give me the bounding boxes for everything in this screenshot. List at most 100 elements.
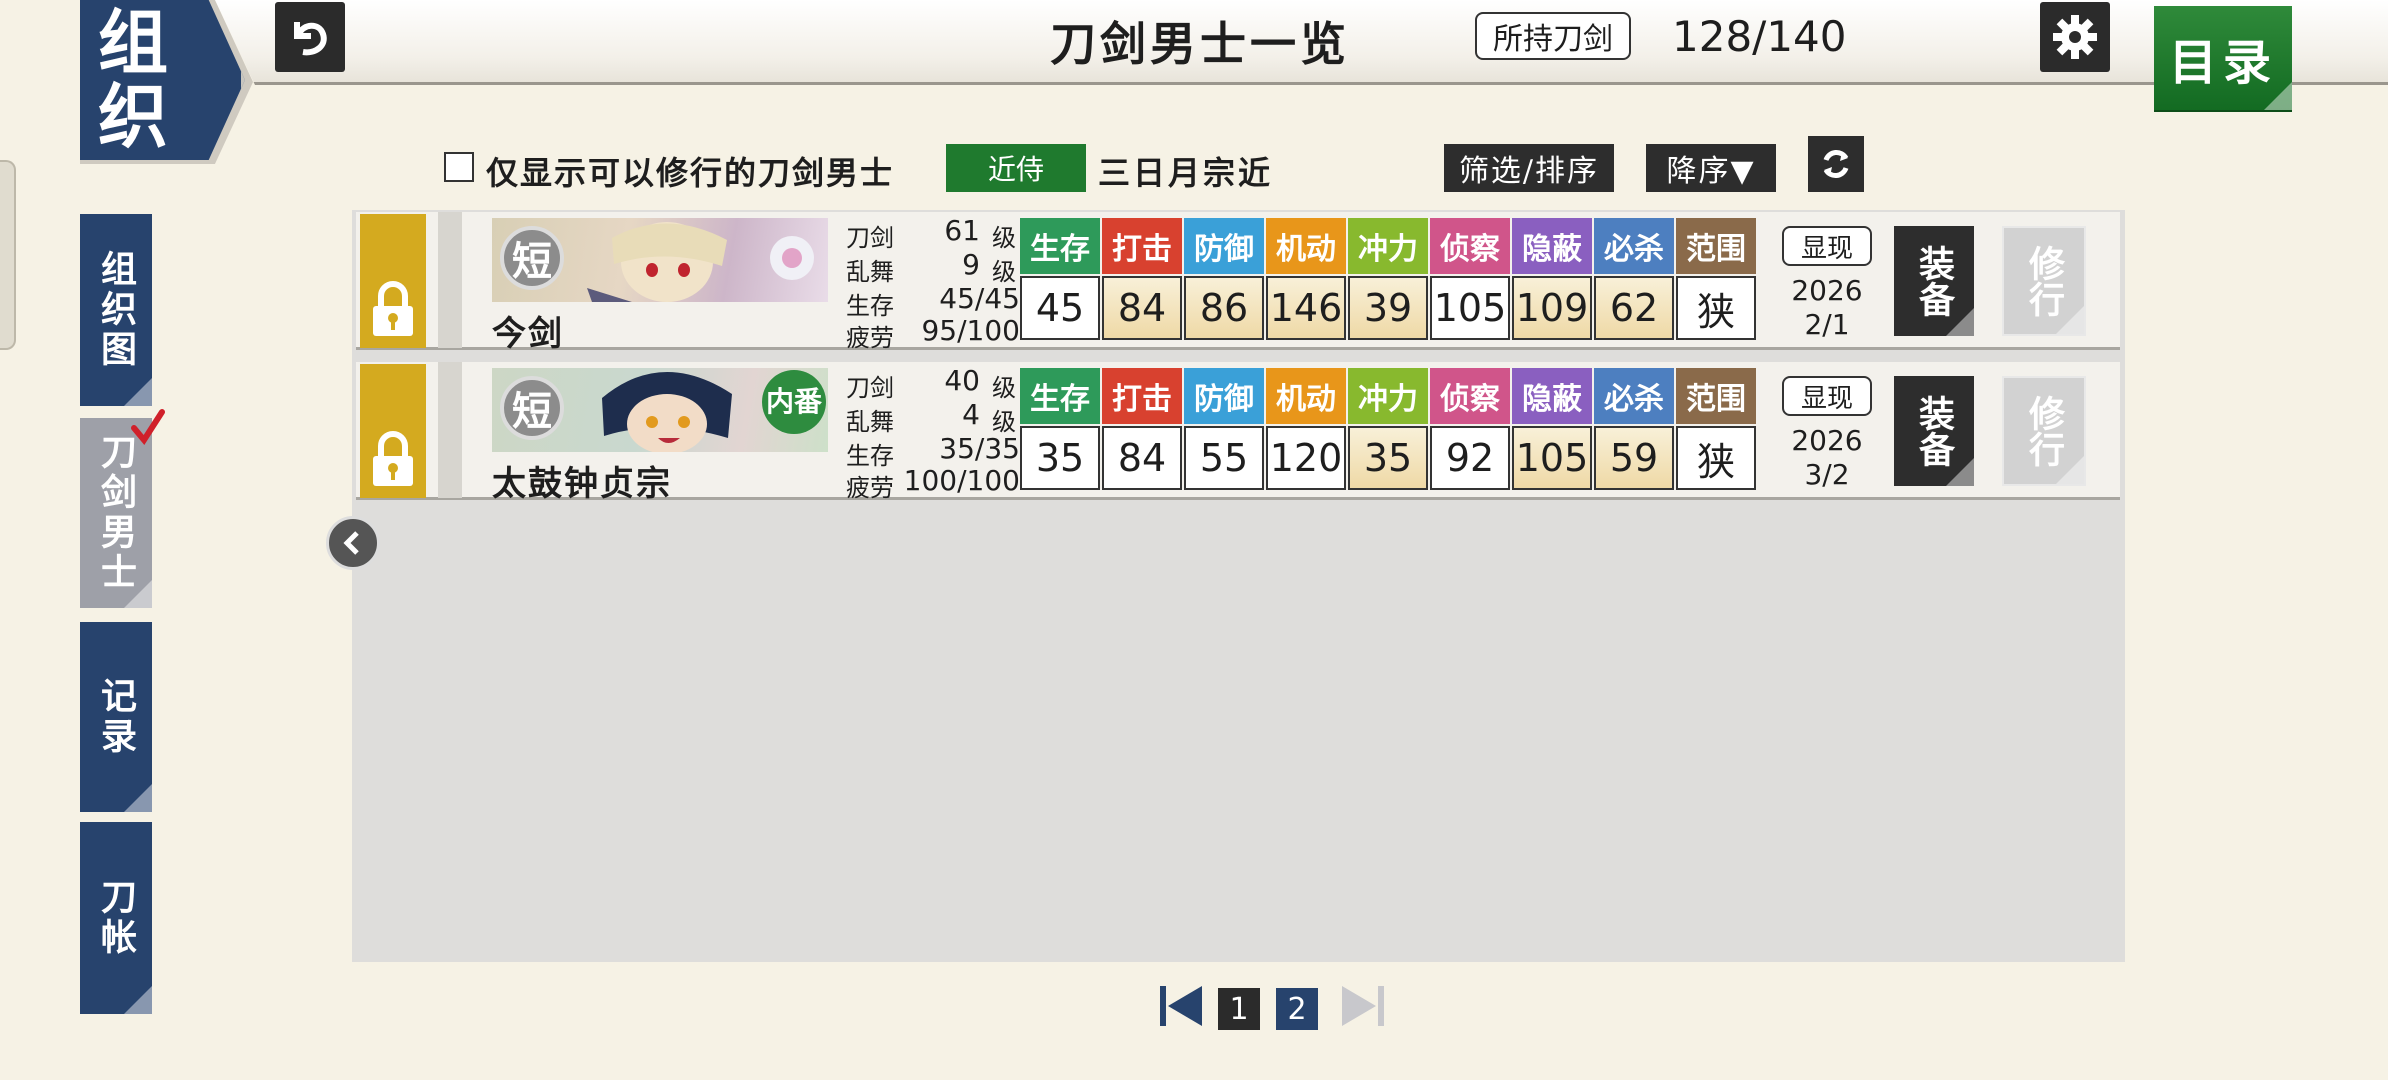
refresh-button[interactable] bbox=[1808, 136, 1864, 192]
sword-level-value: 61 bbox=[944, 214, 980, 247]
previous-page-arrow[interactable] bbox=[326, 516, 380, 570]
training-button[interactable]: 修行 bbox=[2002, 376, 2086, 486]
hp-value: 45/45 bbox=[939, 282, 1020, 315]
sidebar-item-records[interactable]: 记录 bbox=[80, 622, 152, 812]
sort-order-button[interactable]: 降序▼ bbox=[1646, 144, 1776, 192]
stat-header: 侦察 bbox=[1430, 218, 1510, 274]
sidebar-item-sword-book[interactable]: 刀帐 bbox=[80, 822, 152, 1014]
sidebar-item-label: 刀剑男士 bbox=[95, 433, 137, 593]
page-1-button[interactable]: 1 bbox=[1218, 988, 1260, 1030]
sidebar-item-organization-chart[interactable]: 组织图 bbox=[80, 214, 152, 406]
appear-date: 2026 2/1 bbox=[1782, 274, 1872, 342]
level-unit: 级 bbox=[992, 224, 1016, 252]
sword-row[interactable]: 短 内番 太鼓钟贞宗 刀剑 40 级 乱舞 4 级 生存 35/35 疲劳 10… bbox=[356, 362, 2120, 504]
short-sword-type-badge: 短 bbox=[500, 226, 564, 290]
sidebar-item-label: 刀帐 bbox=[95, 878, 137, 958]
attendant-name: 三日月宗近 bbox=[1098, 154, 1274, 192]
page-title: 刀剑男士一览 bbox=[1050, 17, 1350, 71]
equip-button[interactable]: 装备 bbox=[1894, 226, 1974, 336]
chevron-left-icon bbox=[343, 531, 359, 555]
lock-icon bbox=[373, 431, 413, 486]
back-button[interactable] bbox=[275, 2, 345, 72]
stat-header: 侦察 bbox=[1430, 368, 1510, 424]
stat-value: 105 bbox=[1430, 276, 1510, 340]
hp-label: 生存 bbox=[846, 442, 894, 470]
stat-header: 范围 bbox=[1676, 368, 1756, 424]
short-sword-type-badge: 短 bbox=[500, 376, 564, 440]
attendant-badge: 近侍 bbox=[946, 144, 1086, 192]
filter-sort-button[interactable]: 筛选/排序 bbox=[1444, 144, 1614, 192]
sword-portrait: 短 内番 bbox=[492, 368, 828, 452]
skip-last-icon bbox=[1342, 986, 1384, 1026]
stat-header: 范围 bbox=[1676, 218, 1756, 274]
menu-button[interactable]: 目录 bbox=[2154, 6, 2292, 110]
hp-value: 35/35 bbox=[939, 432, 1020, 465]
stat-value: 84 bbox=[1102, 426, 1182, 490]
menu-label: 目录 bbox=[2168, 35, 2277, 91]
stat-value: 59 bbox=[1594, 426, 1674, 490]
lock-toggle[interactable] bbox=[360, 214, 426, 348]
training-button[interactable]: 修行 bbox=[2002, 226, 2086, 336]
internal-duty-badge: 内番 bbox=[762, 370, 826, 434]
row-divider bbox=[438, 362, 462, 498]
corner-decoration bbox=[2264, 82, 2292, 110]
sword-level-value: 40 bbox=[944, 364, 980, 397]
corner-decoration bbox=[124, 580, 152, 608]
appear-tag: 显现 bbox=[1782, 226, 1872, 266]
fatigue-label: 疲劳 bbox=[846, 474, 894, 502]
stat-value: 45 bbox=[1020, 276, 1100, 340]
owned-swords-count: 128/140 bbox=[1672, 12, 1847, 61]
trainable-only-checkbox[interactable] bbox=[444, 152, 474, 182]
lock-toggle[interactable] bbox=[360, 364, 426, 498]
appear-year: 2026 bbox=[1791, 274, 1863, 307]
sword-portrait: 短 bbox=[492, 218, 828, 302]
stat-header: 隐蔽 bbox=[1512, 368, 1592, 424]
stat-value: 62 bbox=[1594, 276, 1674, 340]
sword-level-label: 刀剑 bbox=[846, 224, 894, 252]
lock-icon bbox=[373, 281, 413, 336]
appear-date: 2026 3/2 bbox=[1782, 424, 1872, 492]
sword-name: 今剑 bbox=[492, 314, 564, 354]
stat-header: 必杀 bbox=[1594, 368, 1674, 424]
skip-first-icon bbox=[1160, 986, 1202, 1026]
gear-icon bbox=[2053, 15, 2097, 59]
appear-tag: 显现 bbox=[1782, 376, 1872, 416]
appear-day: 2/1 bbox=[1804, 308, 1850, 341]
equip-label: 装备 bbox=[1913, 395, 1955, 467]
stat-value: 狭 bbox=[1676, 426, 1756, 490]
stat-value: 146 bbox=[1266, 276, 1346, 340]
dance-level-label: 乱舞 bbox=[846, 408, 894, 436]
side-pull-handle[interactable] bbox=[0, 160, 16, 350]
stat-value: 35 bbox=[1020, 426, 1100, 490]
stat-header: 生存 bbox=[1020, 218, 1100, 274]
equip-button[interactable]: 装备 bbox=[1894, 376, 1974, 486]
fatigue-value: 100/100 bbox=[903, 464, 1020, 497]
fatigue-label: 疲劳 bbox=[846, 324, 894, 352]
stat-header: 防御 bbox=[1184, 368, 1264, 424]
stat-value: 92 bbox=[1430, 426, 1510, 490]
dance-level-value: 4 bbox=[962, 398, 980, 431]
corner-decoration bbox=[1946, 308, 1974, 336]
corner-decoration bbox=[2056, 306, 2084, 334]
refresh-icon bbox=[1823, 150, 1849, 178]
stat-value: 120 bbox=[1266, 426, 1346, 490]
trainable-only-label[interactable]: 仅显示可以修行的刀剑男士 bbox=[486, 148, 894, 194]
stat-value: 84 bbox=[1102, 276, 1182, 340]
stat-header: 冲力 bbox=[1348, 368, 1428, 424]
corner-decoration bbox=[124, 784, 152, 812]
first-page-button[interactable] bbox=[1158, 984, 1206, 1028]
stat-value: 狭 bbox=[1676, 276, 1756, 340]
level-unit: 级 bbox=[992, 374, 1016, 402]
stat-value: 109 bbox=[1512, 276, 1592, 340]
dance-level-label: 乱舞 bbox=[846, 258, 894, 286]
settings-button[interactable] bbox=[2040, 2, 2110, 72]
stat-header: 打击 bbox=[1102, 218, 1182, 274]
stat-value: 86 bbox=[1184, 276, 1264, 340]
page-2-button[interactable]: 2 bbox=[1276, 988, 1318, 1030]
stat-value: 35 bbox=[1348, 426, 1428, 490]
sidebar-item-label: 记录 bbox=[95, 677, 137, 757]
stat-header: 防御 bbox=[1184, 218, 1264, 274]
sword-name: 太鼓钟贞宗 bbox=[492, 464, 672, 504]
sword-row[interactable]: 短 今剑 刀剑 61 级 乱舞 9 级 生存 45/45 疲劳 95/100 生… bbox=[356, 212, 2120, 354]
last-page-button[interactable] bbox=[1338, 984, 1386, 1028]
